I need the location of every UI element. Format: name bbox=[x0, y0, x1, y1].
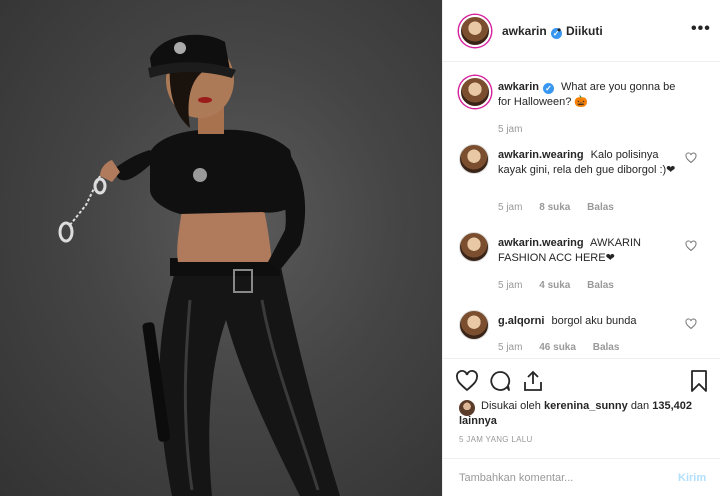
bookmark-icon[interactable] bbox=[687, 369, 711, 393]
liker-username[interactable]: kerenina_sunny bbox=[544, 400, 628, 412]
comment-username[interactable]: awkarin.wearing bbox=[498, 149, 584, 161]
comment-heart-icon[interactable] bbox=[685, 152, 697, 167]
follow-status-button[interactable]: Diikuti bbox=[566, 24, 603, 38]
comment-avatar[interactable] bbox=[459, 232, 489, 262]
comment-time[interactable]: 5 jam bbox=[498, 202, 522, 213]
comment-username[interactable]: awkarin ✓ bbox=[498, 81, 554, 94]
add-comment-bar: Kirim bbox=[443, 458, 720, 496]
share-icon[interactable] bbox=[521, 369, 545, 393]
comment-meta: 5 jam bbox=[498, 124, 536, 135]
verified-icon: ✓ bbox=[542, 83, 554, 94]
comment-meta: 5 jam 46 suka Balas bbox=[498, 342, 633, 353]
comment-meta: 5 jam 8 suka Balas bbox=[498, 202, 628, 213]
comment-heart-icon[interactable] bbox=[685, 240, 697, 255]
comment-avatar[interactable] bbox=[459, 76, 491, 108]
separator-dot: • bbox=[557, 23, 562, 37]
reply-button[interactable]: Balas bbox=[593, 342, 620, 353]
post-actions: Disukai oleh kerenina_sunny dan 135,402 … bbox=[443, 358, 720, 458]
post-timestamp[interactable]: 5 JAM YANG LALU bbox=[459, 435, 533, 444]
comments-list[interactable]: awkarin ✓ What are you gonna be for Hallo… bbox=[443, 62, 720, 358]
post-header: awkarin ✓ • Diikuti ••• bbox=[443, 0, 720, 62]
comment-avatar[interactable] bbox=[459, 144, 489, 174]
comment-bubble-icon[interactable] bbox=[488, 369, 512, 393]
comment-text: awkarin.wearing Kalo polisinya kayak gin… bbox=[498, 148, 688, 178]
more-options-icon[interactable]: ••• bbox=[691, 20, 711, 38]
comment-username[interactable]: awkarin.wearing bbox=[498, 237, 584, 249]
comment-time[interactable]: 5 jam bbox=[498, 342, 522, 353]
comment-text: awkarin.wearing AWKARIN FASHION ACC HERE… bbox=[498, 236, 688, 266]
owner-avatar[interactable] bbox=[459, 15, 491, 47]
comment-like-count[interactable]: 8 suka bbox=[539, 202, 570, 213]
comment-meta: 5 jam 4 suka Balas bbox=[498, 280, 628, 291]
like-heart-icon[interactable] bbox=[455, 369, 479, 393]
post-photo-illustration bbox=[58, 34, 340, 496]
comment-input[interactable] bbox=[459, 467, 659, 489]
post-photo[interactable] bbox=[0, 0, 442, 496]
comment-time[interactable]: 5 jam bbox=[498, 124, 522, 135]
comment-body: borgol aku bunda bbox=[551, 315, 637, 327]
likes-connector: dan bbox=[630, 400, 650, 412]
comment-like-count[interactable]: 46 suka bbox=[539, 342, 576, 353]
reply-button[interactable]: Balas bbox=[587, 280, 614, 291]
comment-heart-icon[interactable] bbox=[685, 318, 697, 333]
comment-text: awkarin ✓ What are you gonna be for Hallo… bbox=[498, 80, 688, 110]
likes-prefix: Disukai oleh bbox=[481, 400, 541, 412]
reply-button[interactable]: Balas bbox=[587, 202, 614, 213]
owner-username[interactable]: awkarin ✓ bbox=[502, 24, 562, 39]
comment-username[interactable]: g.alqorni bbox=[498, 315, 544, 327]
comment-time[interactable]: 5 jam bbox=[498, 280, 522, 291]
likes-summary: Disukai oleh kerenina_sunny dan 135,402 … bbox=[459, 399, 699, 429]
post-sidebar: awkarin ✓ • Diikuti ••• awkarin ✓ What are… bbox=[442, 0, 720, 496]
comment-like-count[interactable]: 4 suka bbox=[539, 280, 570, 291]
comment-text: g.alqorni borgol aku bunda bbox=[498, 314, 688, 329]
post-comment-button[interactable]: Kirim bbox=[678, 472, 706, 484]
owner-username-text[interactable]: awkarin bbox=[502, 24, 547, 38]
comment-avatar[interactable] bbox=[459, 310, 489, 340]
